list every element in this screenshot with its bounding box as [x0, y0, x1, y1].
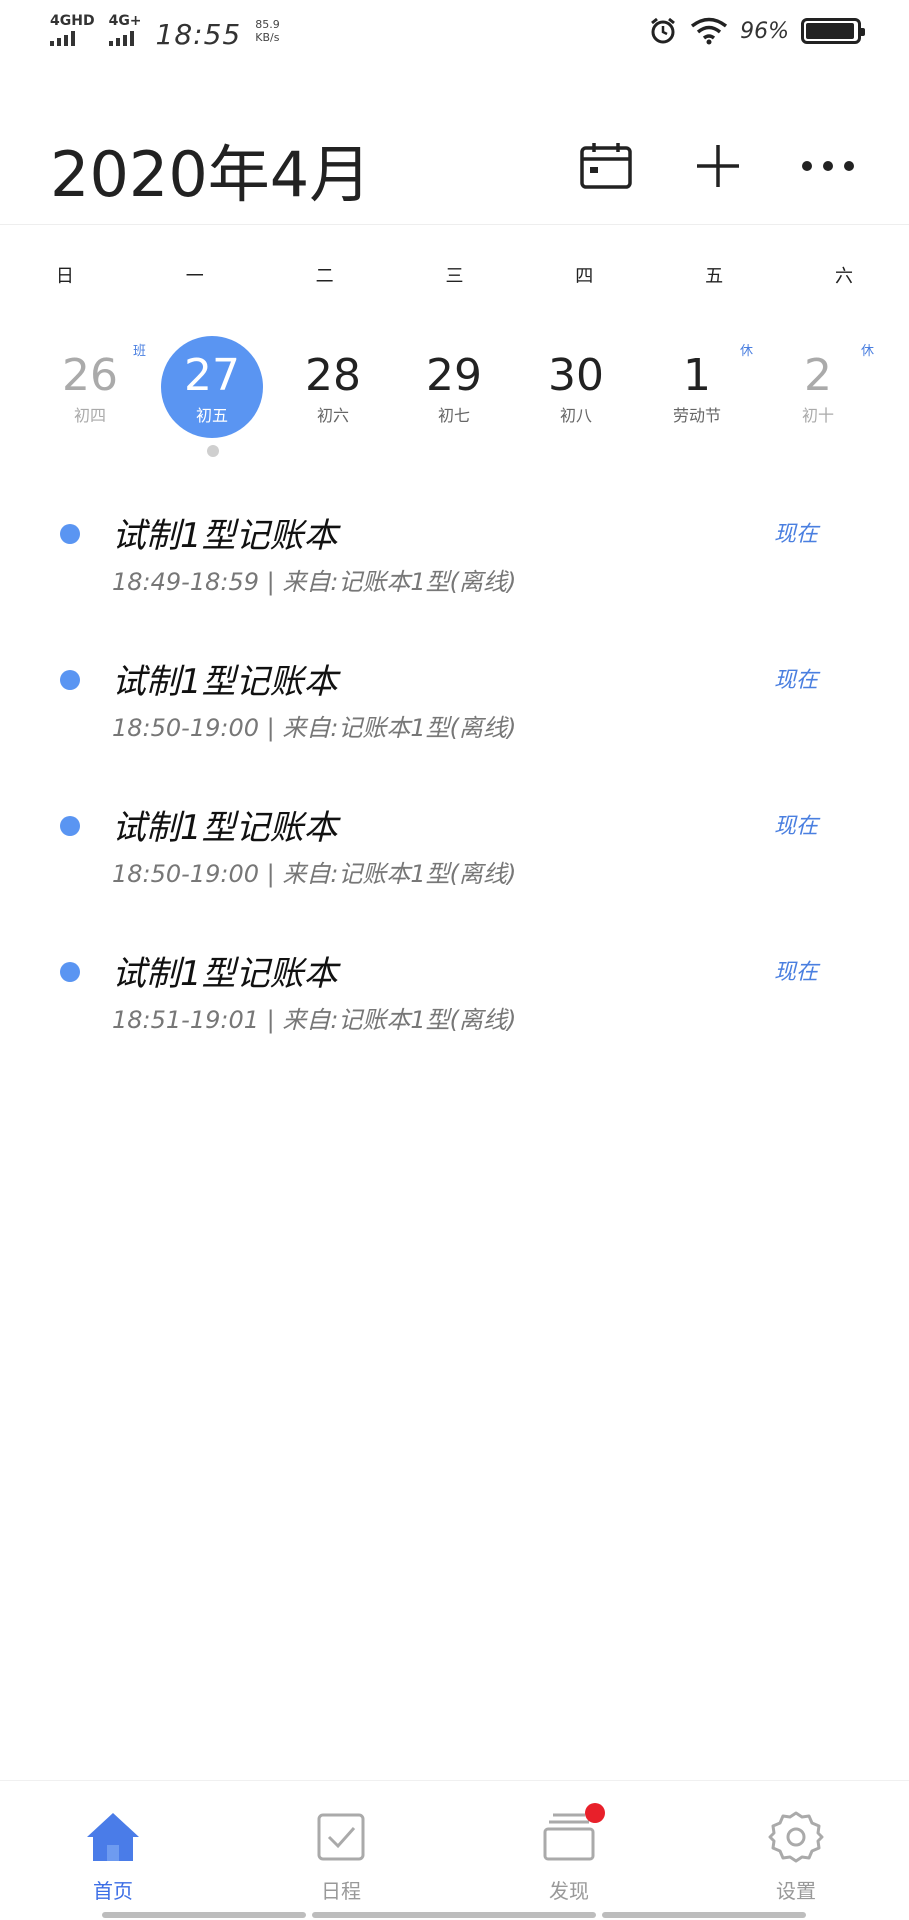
nav-discover[interactable]: 发现 — [509, 1803, 629, 1904]
lunar-date: 初十 — [801, 406, 834, 425]
day-cell[interactable]: 班 26 初四 — [30, 330, 150, 450]
lunar-date: 劳动节 — [672, 406, 721, 425]
signal-4gplus: 4G+ — [108, 13, 142, 46]
lunar-date: 初五 — [195, 406, 228, 425]
signal-4ghd: 4GHD — [50, 14, 95, 46]
weekday-label: 二 — [315, 266, 334, 287]
event-item[interactable]: 试制1型记账本 18:51-19:01 | 来自:记账本1型(离线) 现在 — [0, 938, 909, 1084]
event-item[interactable]: 试制1型记账本 18:49-18:59 | 来自:记账本1型(离线) 现在 — [0, 500, 909, 646]
day-number: 27 — [184, 350, 240, 401]
event-status: 现在 — [774, 960, 819, 985]
weekday-label: 四 — [575, 266, 594, 287]
nav-settings[interactable]: 设置 — [736, 1809, 856, 1904]
event-meta: 18:50-19:00 | 来自:记账本1型(离线) — [112, 714, 517, 742]
event-list: 试制1型记账本 18:49-18:59 | 来自:记账本1型(离线) 现在 试制… — [0, 500, 909, 1084]
header-divider — [0, 224, 909, 225]
bottom-nav: 首页 日程 发现 设置 — [0, 1780, 909, 1920]
gesture-bar — [602, 1912, 806, 1918]
day-cell-selected[interactable]: 27 初五 — [152, 330, 272, 450]
gesture-bar — [102, 1912, 306, 1918]
weekday-label: 三 — [445, 266, 464, 287]
event-title: 试制1型记账本 — [112, 954, 338, 994]
event-meta: 18:49-18:59 | 来自:记账本1型(离线) — [112, 568, 517, 596]
event-dot — [60, 524, 80, 544]
more-menu-button[interactable] — [798, 136, 858, 196]
holiday-tag: 休 — [860, 344, 874, 359]
day-cell[interactable]: 休 2 初十 — [758, 330, 878, 450]
alarm-icon — [651, 17, 676, 44]
settings-gear-icon — [768, 1809, 824, 1865]
day-number: 28 — [305, 350, 361, 401]
event-status: 现在 — [774, 522, 819, 547]
holiday-tag: 休 — [739, 344, 753, 359]
day-cell[interactable]: 休 1 劳动节 — [637, 330, 757, 450]
nav-label: 发现 — [549, 1879, 589, 1903]
calendar-icon[interactable] — [576, 136, 636, 196]
event-dot — [60, 670, 80, 690]
day-number: 30 — [548, 350, 604, 401]
speed-value: 85.9 — [255, 18, 280, 31]
weekday-label: 一 — [185, 266, 204, 287]
nav-home[interactable]: 首页 — [53, 1809, 173, 1904]
plus-icon — [697, 145, 739, 187]
today-indicator — [207, 445, 219, 457]
event-title: 试制1型记账本 — [112, 808, 338, 848]
weekday-row: 日 一 二 三 四 五 六 — [0, 262, 909, 302]
status-bar: 4GHD 4G+ 18:55 85.9 KB/s 96% — [0, 0, 909, 70]
event-dot — [60, 816, 80, 836]
week-strip: 班 26 初四 27 初五 28 初六 29 初七 30 初八 休 1 劳动节 … — [30, 330, 880, 460]
speed-unit: KB/s — [255, 31, 280, 44]
header: 2020年4月 — [0, 110, 909, 220]
notification-badge — [585, 1803, 605, 1823]
lunar-date: 初六 — [316, 406, 349, 425]
cards-icon — [541, 1803, 605, 1865]
day-cell[interactable]: 29 初七 — [394, 330, 514, 450]
event-item[interactable]: 试制1型记账本 18:50-19:00 | 来自:记账本1型(离线) 现在 — [0, 792, 909, 938]
gesture-bar — [312, 1912, 596, 1918]
wifi-icon — [691, 17, 728, 45]
month-title[interactable]: 2020年4月 — [50, 124, 371, 214]
day-cell[interactable]: 30 初八 — [516, 330, 636, 450]
status-time: 18:55 — [155, 18, 242, 51]
day-number: 29 — [426, 350, 482, 401]
workday-tag: 班 — [132, 344, 146, 359]
lunar-date: 初四 — [73, 406, 106, 425]
event-title: 试制1型记账本 — [112, 662, 338, 702]
add-event-button[interactable] — [688, 136, 748, 196]
signal-bars-icon — [108, 30, 134, 46]
weekday-label: 日 — [55, 266, 74, 287]
weekday-label: 六 — [834, 266, 853, 287]
nav-schedule[interactable]: 日程 — [281, 1809, 401, 1904]
battery-percent: 96% — [740, 18, 789, 44]
weekday-label: 五 — [705, 266, 724, 287]
network-label-2: 4G+ — [108, 13, 142, 29]
network-speed: 85.9 KB/s — [255, 18, 280, 44]
more-icon — [802, 161, 854, 171]
nav-label: 设置 — [776, 1879, 816, 1903]
nav-label: 首页 — [93, 1879, 133, 1903]
event-dot — [60, 962, 80, 982]
lunar-date: 初七 — [437, 406, 470, 425]
network-label-1: 4GHD — [50, 13, 95, 29]
event-title: 试制1型记账本 — [112, 516, 338, 556]
nav-label: 日程 — [321, 1879, 361, 1903]
day-cell[interactable]: 28 初六 — [273, 330, 393, 450]
event-status: 现在 — [774, 814, 819, 839]
battery-icon — [801, 18, 865, 44]
event-meta: 18:51-19:01 | 来自:记账本1型(离线) — [112, 1006, 517, 1034]
event-status: 现在 — [774, 668, 819, 693]
event-item[interactable]: 试制1型记账本 18:50-19:00 | 来自:记账本1型(离线) 现在 — [0, 646, 909, 792]
signal-bars-icon — [50, 30, 75, 46]
home-icon — [85, 1809, 141, 1865]
lunar-date: 初八 — [559, 406, 592, 425]
checkbox-icon — [313, 1809, 369, 1865]
event-meta: 18:50-19:00 | 来自:记账本1型(离线) — [112, 860, 517, 888]
